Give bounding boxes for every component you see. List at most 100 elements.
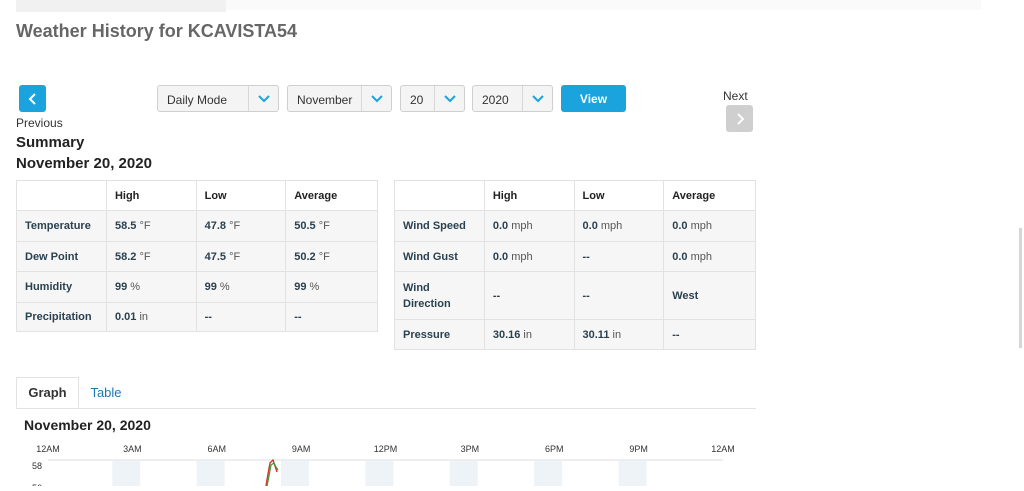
cell-value: 47.8: [204, 220, 227, 232]
summary-table-wind: High Low Average Wind Speed 0.0 mph 0.0 …: [394, 180, 756, 350]
cell-unit: in: [523, 328, 532, 341]
cell-value: 0.0: [582, 220, 598, 232]
plot-band: [281, 461, 310, 486]
column-header: Average: [663, 180, 756, 211]
cell-value: 50.2: [294, 250, 316, 263]
tab-table[interactable]: Table: [79, 377, 133, 408]
cell-value: 0.01: [114, 311, 137, 323]
table-row: Wind Gust 0.0 mph -- 0.0 mph: [394, 241, 756, 272]
cell-unit: °F: [229, 220, 241, 232]
cell-unit: %: [219, 281, 230, 293]
summary-date: November 20, 2020: [16, 155, 152, 172]
cell-value: --: [672, 328, 680, 341]
plot-band: [365, 461, 394, 486]
row-label: Pressure: [394, 319, 485, 350]
table-cell: 99 %: [195, 271, 287, 303]
cell-value: 0.0: [492, 220, 509, 232]
table-cell: --: [573, 271, 665, 320]
previous-button[interactable]: [19, 85, 46, 112]
table-row: Temperature 58.5 °F 47.8 °F 50.5 °F: [16, 210, 378, 242]
column-header: High: [483, 180, 575, 211]
summary-table-temperature: High Low Average Temperature 58.5 °F 47.…: [16, 180, 378, 332]
series-line-dewpoint: [266, 462, 279, 487]
table-cell: 58.5 °F: [105, 210, 197, 242]
table-cell: 0.0 mph: [483, 241, 575, 272]
plot-band: [196, 461, 225, 486]
column-header: High: [105, 180, 197, 211]
chevron-left-icon: [28, 92, 36, 105]
cell-value: 50.5: [294, 220, 316, 232]
view-button[interactable]: View: [561, 85, 626, 112]
chevron-down-icon: [522, 86, 552, 111]
x-tick-label: 3PM: [461, 444, 480, 454]
temperature-graph: 12AM3AM6AM9AM12PM3PM6PM9PM12AM5856: [0, 436, 760, 491]
cell-value: 0.0: [492, 250, 509, 263]
table-cell: 30.11 in: [573, 319, 665, 350]
column-header: [16, 180, 107, 211]
chevron-down-icon: [434, 86, 464, 111]
table-row: Wind Speed 0.0 mph 0.0 mph 0.0 mph: [394, 210, 756, 242]
day-select[interactable]: 20: [400, 85, 465, 112]
cell-value: 58.5: [114, 220, 137, 232]
table-cell: --: [483, 271, 575, 320]
table-cell: 99 %: [105, 271, 197, 303]
row-label: Wind Gust: [394, 241, 485, 272]
x-tick-label: 3AM: [123, 444, 142, 454]
cell-unit: mph: [511, 220, 533, 232]
cell-value: 99: [114, 281, 128, 293]
cell-unit: in: [612, 328, 622, 341]
table-cell: 47.8 °F: [195, 210, 287, 242]
x-tick-label: 6AM: [207, 444, 226, 454]
x-tick-label: 9PM: [629, 444, 648, 454]
cell-unit: mph: [690, 220, 712, 232]
row-label: Wind Direction: [394, 271, 485, 320]
cell-unit: °F: [318, 250, 330, 263]
month-select[interactable]: November: [287, 85, 392, 112]
year-select[interactable]: 2020: [472, 85, 553, 112]
column-header: [394, 180, 485, 211]
plot-band: [112, 461, 141, 486]
table-cell: 0.01 in: [105, 302, 197, 332]
chevron-down-icon: [248, 86, 278, 111]
table-cell: 47.5 °F: [195, 241, 287, 272]
table-cell: 50.5 °F: [285, 210, 378, 242]
page-scrollbar[interactable]: [1019, 228, 1022, 348]
table-cell: 0.0 mph: [483, 210, 575, 242]
cell-unit: °F: [139, 220, 151, 232]
x-tick-label: 6PM: [545, 444, 564, 454]
top-bar-strip-right: [226, 0, 981, 10]
table-cell: 0.0 mph: [663, 241, 756, 272]
table-header-row: High Low Average: [16, 180, 378, 211]
table-cell: 0.0 mph: [573, 210, 665, 242]
plot-band: [449, 461, 478, 486]
row-label: Temperature: [16, 210, 107, 242]
cell-unit: mph: [511, 250, 533, 263]
chevron-down-icon: [361, 86, 391, 111]
year-select-value: 2020: [482, 93, 509, 107]
mode-select[interactable]: Daily Mode: [157, 85, 279, 112]
x-tick-label: 12AM: [36, 444, 60, 454]
table-cell: West: [663, 271, 756, 320]
table-row: Precipitation 0.01 in -- --: [16, 302, 378, 332]
cell-unit: °F: [318, 220, 330, 232]
table-header-row: High Low Average: [394, 180, 756, 211]
column-header: Low: [573, 180, 665, 211]
top-bar-strip: [16, 0, 226, 12]
month-select-value: November: [297, 93, 353, 107]
chevron-right-icon: [736, 112, 744, 125]
plot-band: [534, 461, 563, 486]
cell-value: 99: [294, 281, 307, 293]
tab-graph[interactable]: Graph: [16, 377, 79, 408]
cell-value: --: [204, 311, 212, 323]
graph-svg: 12AM3AM6AM9AM12PM3PM6PM9PM12AM5856: [32, 444, 735, 491]
next-button[interactable]: [726, 105, 753, 132]
x-tick-label: 9AM: [292, 444, 311, 454]
table-cell: 99 %: [285, 271, 378, 303]
table-cell: --: [663, 319, 756, 350]
row-label: Humidity: [16, 271, 107, 303]
cell-unit: °F: [229, 250, 241, 263]
view-tabs: Graph Table: [16, 377, 756, 409]
cell-value: 0.0: [672, 220, 688, 232]
day-select-value: 20: [410, 93, 424, 107]
column-header: Low: [195, 180, 287, 211]
